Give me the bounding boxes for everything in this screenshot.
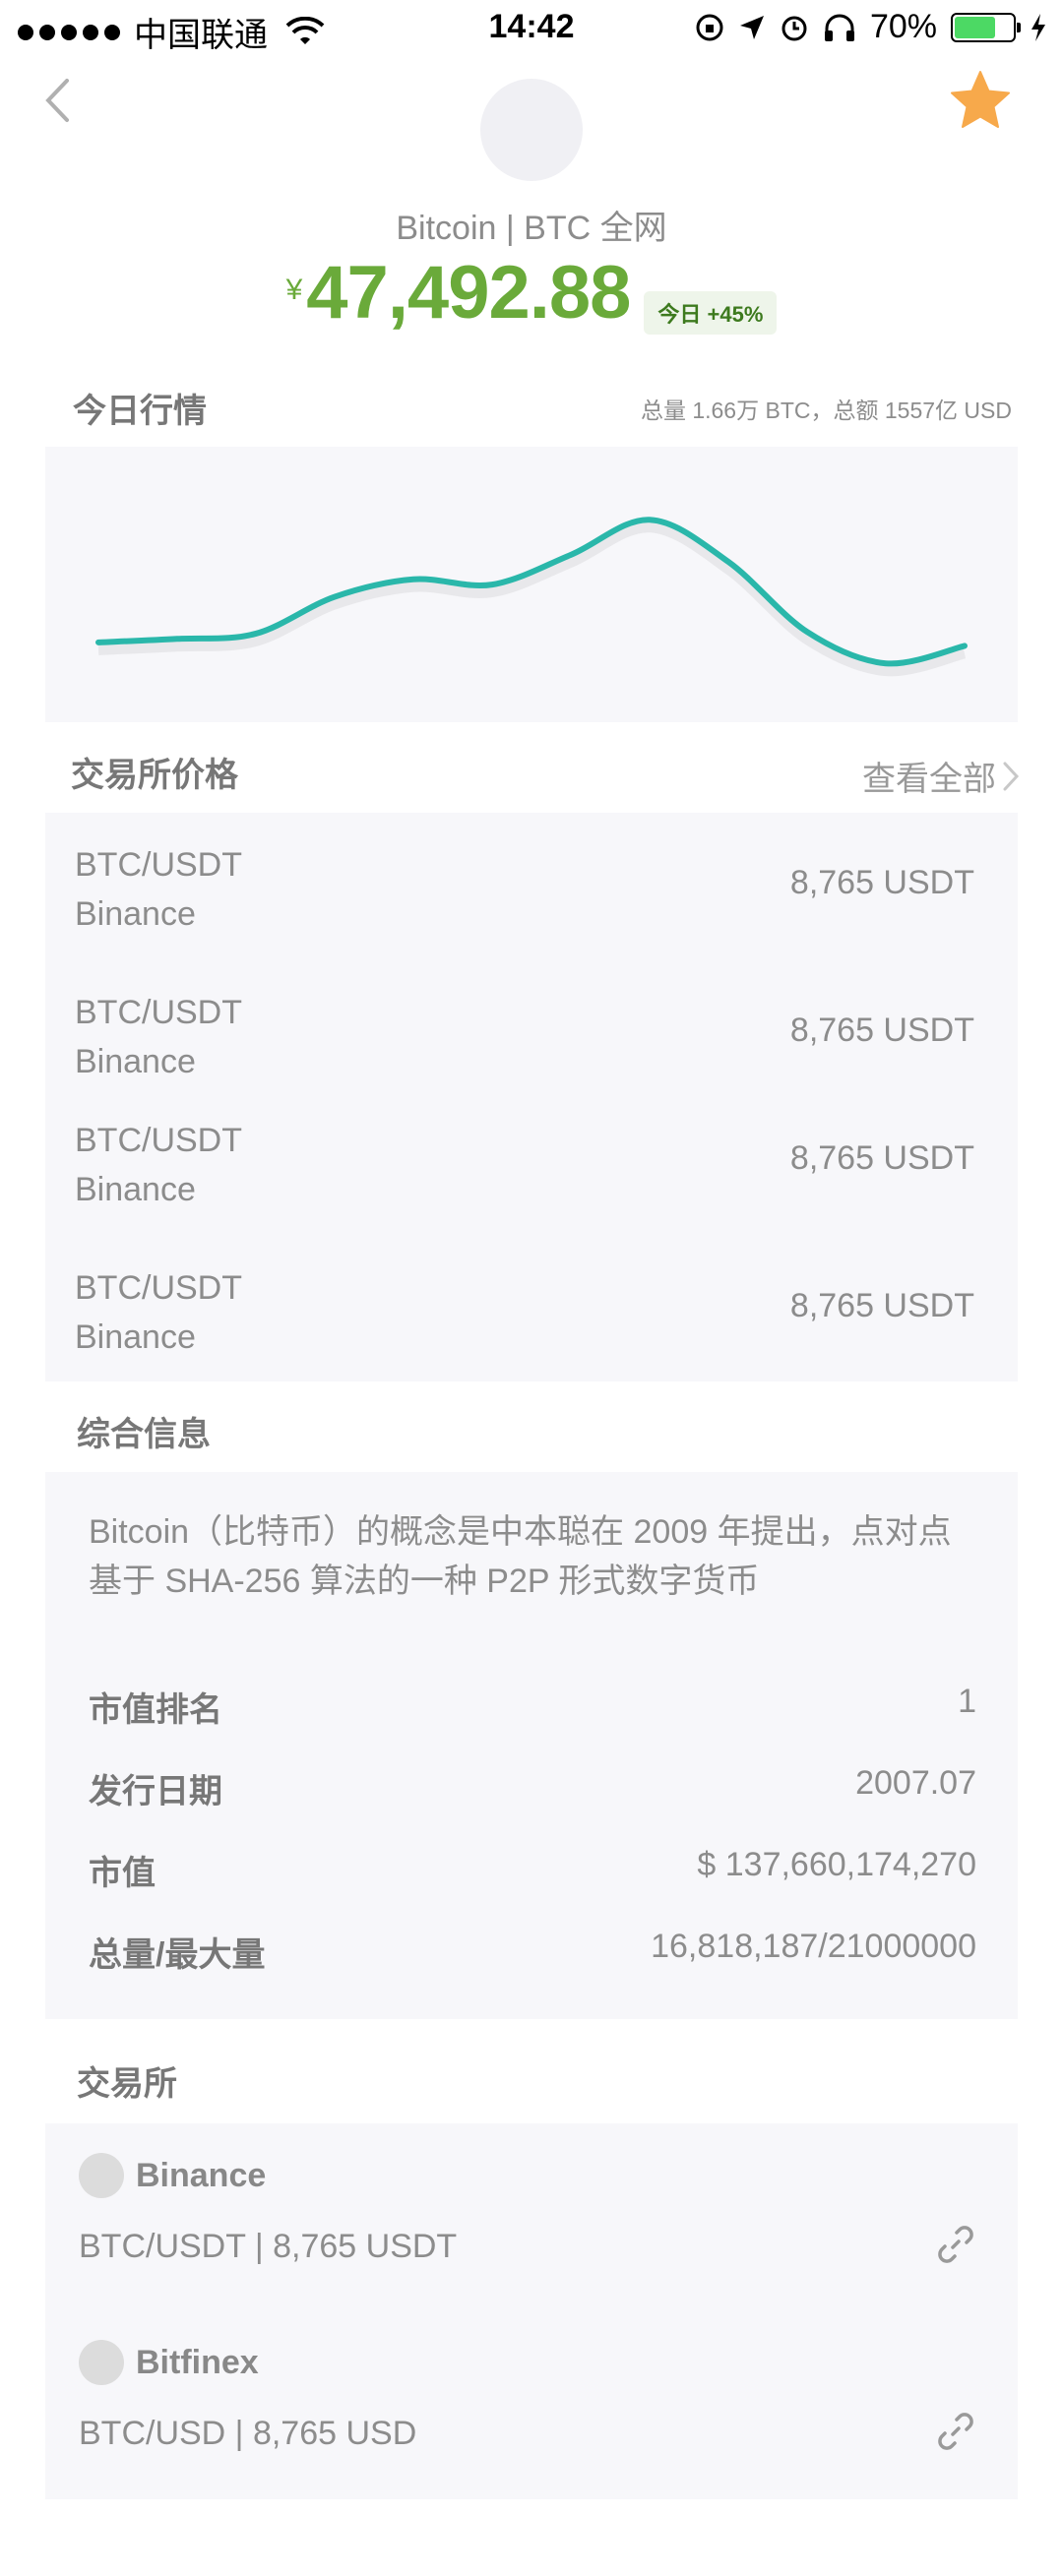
exchange-pair-price: BTC/USD | 8,765 USD: [79, 2415, 417, 2452]
list-item[interactable]: Binance BTC/USDT | 8,765 USDT: [79, 2123, 976, 2265]
chevron-right-icon: [1003, 762, 1020, 790]
markets-list: Binance BTC/USDT | 8,765 USDT Bitfinex B…: [45, 2123, 1018, 2499]
back-button[interactable]: [35, 73, 79, 128]
markets-title: 交易所: [77, 2065, 177, 2103]
chevron-left-icon: [45, 79, 69, 122]
exchange-name: Binance: [75, 1043, 196, 1080]
exchange-name: Binance: [136, 2157, 267, 2194]
pair-price: 8,765 USDT: [789, 1287, 974, 1324]
change-badge: 今日 +45%: [644, 291, 778, 335]
info-row-market-cap: 市值 $ 137,660,174,270: [89, 1846, 976, 1895]
exchange-name: Binance: [75, 895, 196, 933]
chart-svg: [95, 517, 968, 677]
info-row-issue-date: 发行日期 2007.07: [89, 1764, 976, 1813]
battery-icon: [951, 12, 1021, 42]
orientation-lock-icon: [696, 14, 723, 40]
info-value: $ 137,660,174,270: [697, 1846, 976, 1883]
info-label: 市值: [89, 1855, 156, 1892]
coin-title: Bitcoin | BTC 全网: [396, 210, 667, 247]
exchange-prices-title: 交易所价格: [71, 757, 238, 794]
price-row: ¥ 47,492.88 今日 +45%: [0, 250, 1063, 336]
current-price: 47,492.88: [306, 251, 631, 335]
favorite-button[interactable]: [949, 69, 1012, 132]
info-label: 发行日期: [89, 1773, 222, 1810]
exchange-name: Binance: [75, 1319, 196, 1356]
coin-description: Bitcoin（比特币）的概念是中本聪在 2009 年提出，点对点基于 SHA-…: [89, 1513, 952, 1600]
pair-price: 8,765 USDT: [789, 1139, 974, 1177]
link-icon[interactable]: [935, 2224, 976, 2265]
battery-percent: 70%: [869, 8, 937, 45]
list-item[interactable]: BTC/USDT Binance 8,765 USDT: [75, 988, 974, 1096]
exchange-logo: [79, 2340, 124, 2385]
exchange-pair-price: BTC/USDT | 8,765 USDT: [79, 2228, 458, 2265]
info-label: 总量/最大量: [89, 1936, 266, 1974]
pair-label: BTC/USDT: [75, 1122, 242, 1159]
info-value: 16,818,187/21000000: [651, 1928, 976, 1965]
today-title: 今日行情: [73, 393, 207, 430]
coin-logo: [480, 79, 583, 181]
list-item[interactable]: BTC/USDT Binance 8,765 USDT: [75, 1263, 974, 1372]
price-chart: [45, 447, 1018, 722]
exchange-logo: [79, 2153, 124, 2198]
list-item[interactable]: Bitfinex BTC/USD | 8,765 USD: [79, 2310, 976, 2452]
headphones-icon: [824, 14, 854, 41]
status-bar: 中国联通 14:42 70%: [0, 0, 1063, 59]
currency-symbol: ¥: [285, 274, 303, 306]
list-item[interactable]: BTC/USDT Binance 8,765 USDT: [75, 840, 974, 949]
info-row-supply: 总量/最大量 16,818,187/21000000: [89, 1928, 976, 1977]
view-all-link[interactable]: 查看全部: [862, 752, 1020, 800]
info-title: 综合信息: [77, 1416, 211, 1453]
pair-label: BTC/USDT: [75, 1269, 242, 1307]
exchange-name: Bitfinex: [136, 2344, 259, 2381]
pair-price: 8,765 USDT: [789, 1012, 974, 1049]
info-value: 1: [958, 1683, 976, 1720]
star-icon: [951, 71, 1010, 128]
exchange-price-list: BTC/USDT Binance 8,765 USDT BTC/USDT Bin…: [45, 813, 1018, 1381]
exchange-name: Binance: [75, 1171, 196, 1208]
info-label: 市值排名: [89, 1691, 222, 1729]
pair-price: 8,765 USDT: [789, 864, 974, 901]
info-panel: Bitcoin（比特币）的概念是中本聪在 2009 年提出，点对点基于 SHA-…: [45, 1472, 1018, 2019]
list-item[interactable]: BTC/USDT Binance 8,765 USDT: [75, 1116, 974, 1224]
alarm-icon: [782, 16, 807, 40]
pair-label: BTC/USDT: [75, 846, 242, 884]
pair-label: BTC/USDT: [75, 994, 242, 1031]
volume-stats: 总量 1.66万 BTC，总额 1557亿 USD: [640, 398, 1012, 423]
link-icon[interactable]: [935, 2411, 976, 2452]
info-row-rank: 市值排名 1: [89, 1683, 976, 1732]
view-all-label: 查看全部: [862, 761, 996, 798]
location-arrow-icon: [739, 15, 764, 39]
info-value: 2007.07: [855, 1764, 976, 1802]
charging-bolt-icon: [1032, 13, 1045, 41]
